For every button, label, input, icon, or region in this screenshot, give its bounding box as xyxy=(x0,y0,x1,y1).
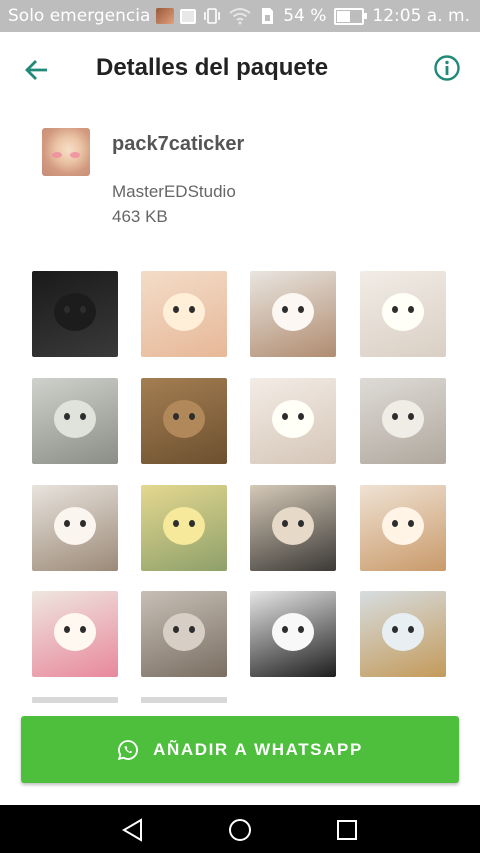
cat-eye xyxy=(392,626,398,633)
cat-eye xyxy=(298,413,304,420)
sticker-1[interactable] xyxy=(32,271,118,357)
sticker-14[interactable] xyxy=(141,591,227,677)
cat-eye xyxy=(64,413,70,420)
cat-eye xyxy=(80,413,86,420)
cat-face xyxy=(382,507,424,545)
cat-eye xyxy=(392,520,398,527)
cat-face xyxy=(163,400,205,438)
app-bar: Detalles del paquete xyxy=(0,32,480,108)
cat-eye xyxy=(64,520,70,527)
sticker-3[interactable] xyxy=(250,271,336,357)
add-to-whatsapp-label: AÑADIR A WHATSAPP xyxy=(153,739,363,759)
sticker-8[interactable] xyxy=(360,378,446,464)
pack-publisher: MasterEDStudio xyxy=(112,182,236,201)
pack-tray-icon xyxy=(42,128,90,176)
wifi-icon xyxy=(229,8,251,25)
cat-eye xyxy=(392,306,398,313)
cat-eye xyxy=(189,306,195,313)
cat-eye xyxy=(298,520,304,527)
cat-face xyxy=(163,293,205,331)
sticker-16[interactable] xyxy=(360,591,446,677)
cat-eye xyxy=(282,626,288,633)
cat-eye xyxy=(408,520,414,527)
cat-face xyxy=(54,293,96,331)
triangle-back-icon[interactable] xyxy=(120,817,146,843)
battery-icon xyxy=(334,7,368,25)
cat-eye xyxy=(189,413,195,420)
cat-eye xyxy=(408,306,414,313)
sticker-9[interactable] xyxy=(32,485,118,571)
sticker-peek xyxy=(32,697,118,703)
cat-face xyxy=(163,507,205,545)
sticker-4[interactable] xyxy=(360,271,446,357)
add-to-whatsapp-button[interactable]: AÑADIR A WHATSAPP xyxy=(21,716,459,783)
status-bar: Solo emergencia 54 % 12:05 a. m. xyxy=(0,0,480,32)
cat-eye xyxy=(80,626,86,633)
info-icon[interactable] xyxy=(433,54,461,82)
sim-icon xyxy=(262,8,274,24)
cat-eye xyxy=(282,520,288,527)
cat-eye xyxy=(408,413,414,420)
cat-eye xyxy=(298,306,304,313)
cat-eye xyxy=(173,306,179,313)
cat-eye xyxy=(408,626,414,633)
sticker-peek xyxy=(141,697,227,703)
circle-home-icon[interactable] xyxy=(227,817,253,843)
cat-eye xyxy=(189,520,195,527)
whatsapp-icon xyxy=(118,739,139,760)
square-recents-icon[interactable] xyxy=(334,817,360,843)
battery-percent: 54 % xyxy=(283,6,327,26)
page-title: Detalles del paquete xyxy=(96,54,329,81)
cat-face xyxy=(54,400,96,438)
cat-eye xyxy=(80,520,86,527)
clock: 12:05 a. m. xyxy=(372,6,470,26)
cat-eye xyxy=(282,306,288,313)
sticker-10[interactable] xyxy=(141,485,227,571)
sticker-2[interactable] xyxy=(141,271,227,357)
pack-size: 463 KB xyxy=(112,207,168,226)
cat-eye xyxy=(80,306,86,313)
cat-eye xyxy=(173,520,179,527)
cat-face xyxy=(272,400,314,438)
notification-gallery-icon xyxy=(180,8,197,24)
sticker-13[interactable] xyxy=(32,591,118,677)
sticker-7[interactable] xyxy=(250,378,336,464)
cat-face xyxy=(272,613,314,651)
cat-face xyxy=(272,293,314,331)
cat-eye xyxy=(392,413,398,420)
cat-eye xyxy=(64,306,70,313)
cat-eye xyxy=(282,413,288,420)
cat-face xyxy=(54,613,96,651)
cat-eye xyxy=(173,413,179,420)
cat-eye xyxy=(173,626,179,633)
pack-name: pack7caticker xyxy=(112,133,245,155)
cat-face xyxy=(382,293,424,331)
sticker-12[interactable] xyxy=(360,485,446,571)
cat-face xyxy=(163,613,205,651)
arrow-left-icon[interactable] xyxy=(22,55,52,85)
sticker-11[interactable] xyxy=(250,485,336,571)
cat-face xyxy=(54,507,96,545)
vibrate-icon xyxy=(204,8,221,24)
sticker-6[interactable] xyxy=(141,378,227,464)
cat-eye xyxy=(298,626,304,633)
navigation-bar xyxy=(0,805,480,853)
cat-eye xyxy=(189,626,195,633)
cat-face xyxy=(272,507,314,545)
notification-image-icon xyxy=(156,8,175,24)
cat-face xyxy=(382,613,424,651)
cat-eye xyxy=(64,626,70,633)
sticker-15[interactable] xyxy=(250,591,336,677)
carrier-text: Solo emergencia xyxy=(8,6,151,26)
sticker-5[interactable] xyxy=(32,378,118,464)
cat-face xyxy=(382,400,424,438)
